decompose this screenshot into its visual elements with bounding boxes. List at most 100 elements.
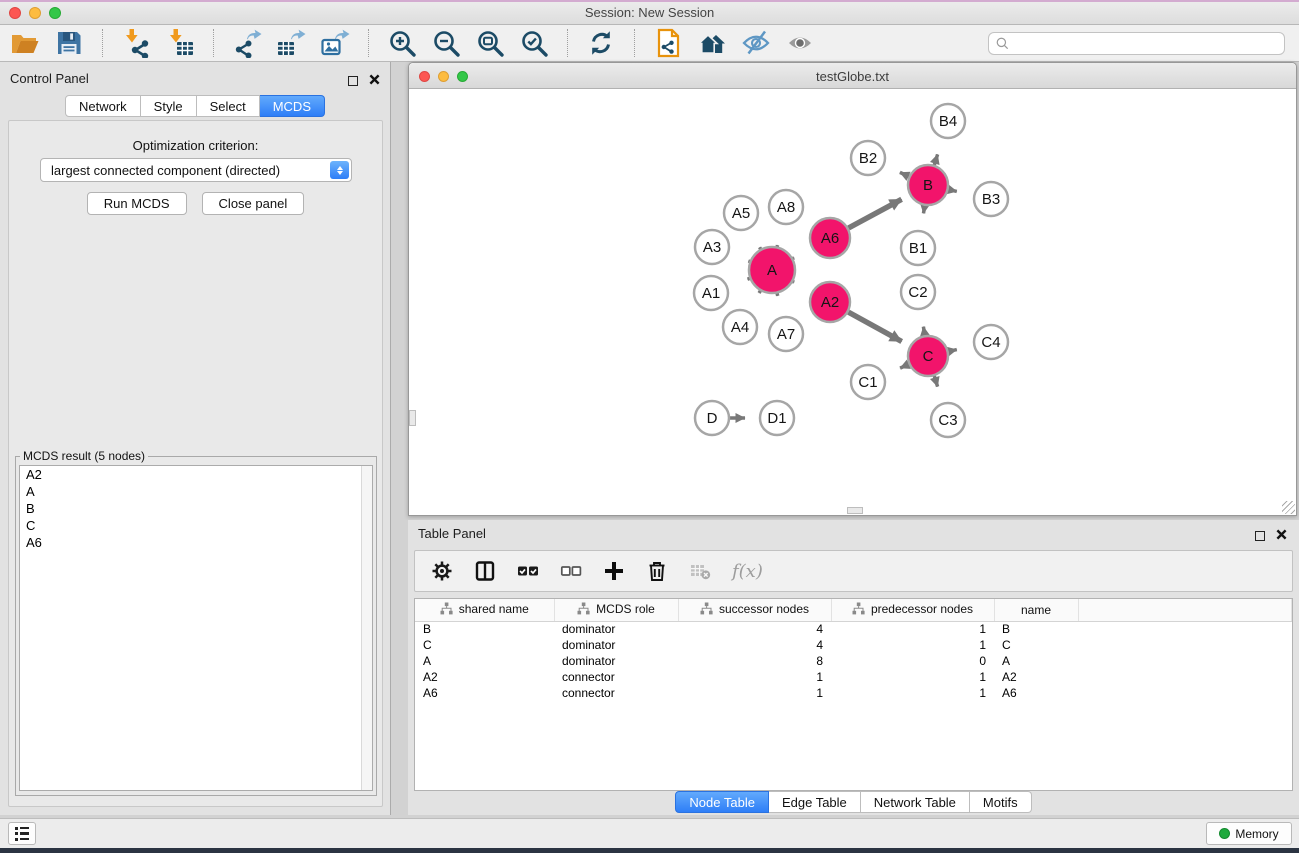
table-cell[interactable]: A2 — [994, 669, 1078, 685]
graph-node[interactable]: A2 — [810, 282, 850, 322]
table-cell[interactable]: 1 — [831, 621, 994, 637]
network-graph[interactable]: B4B2BB3A5A8A6B1A3AC2A1A2A4A7C4CC1C3DD1 — [409, 89, 1296, 515]
graph-node[interactable]: A3 — [695, 230, 729, 264]
save-session-icon[interactable] — [54, 28, 84, 58]
table-cell[interactable]: 1 — [678, 685, 831, 701]
graph-edge[interactable] — [900, 172, 909, 176]
graph-node[interactable]: B4 — [931, 104, 965, 138]
birds-eye-icon[interactable] — [785, 28, 815, 58]
table-cell[interactable]: A — [415, 653, 554, 669]
close-panel-button[interactable]: Close panel — [202, 192, 305, 215]
mcds-result-item[interactable]: A2 — [20, 466, 372, 483]
settings-gear-icon[interactable] — [431, 560, 453, 582]
graph-node[interactable]: A4 — [723, 310, 757, 344]
table-cell[interactable]: A6 — [994, 685, 1078, 701]
graph-edge[interactable] — [949, 350, 957, 352]
graph-node[interactable]: A6 — [810, 218, 850, 258]
mcds-result-item[interactable]: A — [20, 483, 372, 500]
column-view-icon[interactable] — [474, 560, 496, 582]
graph-edge[interactable] — [760, 247, 761, 249]
graph-edge[interactable] — [934, 154, 937, 165]
graph-node[interactable]: B — [908, 165, 948, 205]
table-cell[interactable]: C — [994, 637, 1078, 653]
column-header-shared-name[interactable]: shared name — [415, 599, 554, 621]
table-cell[interactable]: B — [994, 621, 1078, 637]
search-field[interactable] — [988, 32, 1285, 55]
criterion-dropdown[interactable]: largest connected component (directed) — [40, 158, 352, 182]
zoom-in-icon[interactable] — [387, 28, 417, 58]
export-image-icon[interactable] — [320, 28, 350, 58]
zoom-out-icon[interactable] — [431, 28, 461, 58]
graph-node[interactable]: A5 — [724, 196, 758, 230]
graph-node[interactable]: A7 — [769, 317, 803, 351]
graph-edge[interactable] — [923, 327, 924, 336]
tab-node-table[interactable]: Node Table — [675, 791, 769, 813]
table-cell[interactable]: dominator — [554, 653, 678, 669]
mcds-result-item[interactable]: B — [20, 500, 372, 517]
close-panel-icon[interactable] — [369, 72, 380, 90]
graph-edge[interactable] — [848, 312, 901, 341]
table-cell[interactable]: B — [415, 621, 554, 637]
float-table-panel-icon[interactable] — [1255, 531, 1265, 541]
tab-motifs[interactable]: Motifs — [970, 791, 1032, 813]
resize-grip-icon[interactable] — [1282, 501, 1295, 514]
table-row[interactable]: A2connector11A2 — [415, 669, 1292, 685]
column-header-predecessor-nodes[interactable]: predecessor nodes — [831, 599, 994, 621]
add-column-icon[interactable] — [603, 560, 625, 582]
delete-column-icon[interactable] — [646, 560, 668, 582]
table-cell[interactable]: 4 — [678, 637, 831, 653]
graph-node[interactable]: C — [908, 336, 948, 376]
network-canvas[interactable]: B4B2BB3A5A8A6B1A3AC2A1A2A4A7C4CC1C3DD1 — [409, 89, 1296, 515]
float-panel-icon[interactable] — [348, 76, 358, 86]
graph-node[interactable]: A8 — [769, 190, 803, 224]
graph-node[interactable]: A — [749, 247, 795, 293]
graph-edge[interactable] — [934, 376, 937, 387]
column-header-successor-nodes[interactable]: successor nodes — [678, 599, 831, 621]
close-table-panel-icon[interactable] — [1276, 527, 1287, 545]
graph-edge[interactable] — [924, 206, 925, 214]
graph-edge[interactable] — [949, 190, 957, 192]
graph-edge[interactable] — [849, 199, 902, 228]
hide-panels-icon[interactable] — [741, 28, 771, 58]
graph-edge[interactable] — [777, 293, 778, 296]
table-row[interactable]: Bdominator41B — [415, 621, 1292, 637]
search-input[interactable] — [1010, 34, 1278, 52]
table-cell[interactable]: connector — [554, 685, 678, 701]
graph-node[interactable]: B1 — [901, 231, 935, 265]
deselect-all-icon[interactable] — [560, 560, 582, 582]
graph-node[interactable]: C1 — [851, 365, 885, 399]
vertical-scroll-stub[interactable] — [409, 410, 416, 426]
column-header-MCDS-role[interactable]: MCDS role — [554, 599, 678, 621]
table-cell[interactable]: C — [415, 637, 554, 653]
run-mcds-button[interactable]: Run MCDS — [87, 192, 187, 215]
import-table-icon[interactable] — [165, 28, 195, 58]
graph-node[interactable]: C3 — [931, 403, 965, 437]
column-header-name[interactable]: name — [994, 599, 1078, 621]
zoom-fit-icon[interactable] — [475, 28, 505, 58]
table-row[interactable]: A6connector11A6 — [415, 685, 1292, 701]
table-cell[interactable]: connector — [554, 669, 678, 685]
open-file-icon[interactable] — [10, 28, 40, 58]
table-cell[interactable]: 8 — [678, 653, 831, 669]
network-window-titlebar[interactable]: testGlobe.txt — [409, 63, 1296, 89]
tab-select[interactable]: Select — [197, 95, 260, 117]
mcds-result-item[interactable]: C — [20, 517, 372, 534]
show-all-panels-icon[interactable] — [697, 28, 727, 58]
table-cell[interactable]: 1 — [831, 669, 994, 685]
tab-edge-table[interactable]: Edge Table — [769, 791, 861, 813]
export-network-icon[interactable] — [232, 28, 262, 58]
table-row[interactable]: Cdominator41C — [415, 637, 1292, 653]
task-history-button[interactable] — [8, 822, 36, 845]
zoom-selected-icon[interactable] — [519, 28, 549, 58]
table-cell[interactable]: dominator — [554, 621, 678, 637]
tab-mcds[interactable]: MCDS — [260, 95, 325, 117]
import-network-icon[interactable] — [121, 28, 151, 58]
table-cell[interactable]: 0 — [831, 653, 994, 669]
graph-node[interactable]: C2 — [901, 275, 935, 309]
mcds-result-item[interactable]: A6 — [20, 534, 372, 551]
graph-edge[interactable] — [900, 364, 909, 368]
graph-node[interactable]: B3 — [974, 182, 1008, 216]
function-builder-icon[interactable]: f(x) — [732, 561, 763, 582]
mcds-result-list[interactable]: A2ABCA6 — [19, 465, 373, 791]
table-cell[interactable]: dominator — [554, 637, 678, 653]
